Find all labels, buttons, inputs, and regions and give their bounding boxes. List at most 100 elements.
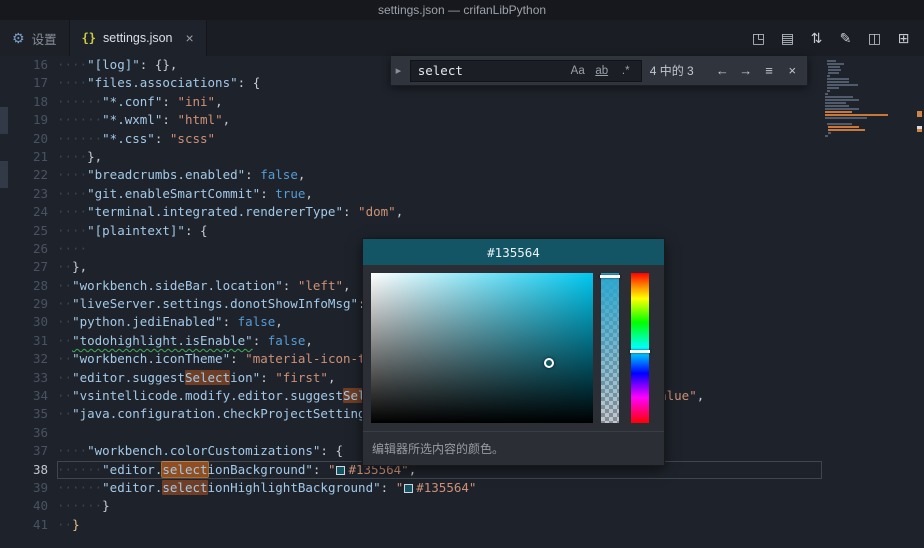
line-number: 34 [32, 388, 48, 404]
toggle-replace-chevron-icon[interactable]: ▸ [393, 64, 404, 77]
code-token: , [343, 277, 351, 293]
code-line[interactable]: 41 ··} [8, 516, 822, 534]
code-token: false [267, 332, 306, 348]
editor-layout-icon[interactable]: ⊞ [889, 20, 918, 56]
find-query-text[interactable]: select [418, 63, 565, 78]
saturation-box[interactable] [371, 273, 593, 423]
code-line[interactable]: 39 ······"editor.selectionHighlightBackgr… [8, 479, 822, 497]
opacity-indicator[interactable] [600, 275, 620, 278]
opacity-strip[interactable] [600, 273, 620, 423]
window-title: settings.json — crifanLibPython [377, 3, 547, 17]
code-line-text: ······"*.wxml": "html", [57, 111, 822, 129]
line-number: 31 [32, 332, 48, 348]
minimap[interactable] [822, 56, 924, 548]
code-token: : [312, 461, 328, 477]
minimap-line [828, 69, 841, 71]
line-number: 26 [32, 240, 48, 256]
code-line[interactable]: 22 ····"breadcrumbs.enabled": false, [8, 166, 822, 184]
find-input[interactable]: select Aa ab .* [409, 59, 642, 82]
code-token: "*.wxml" [102, 112, 163, 128]
minimap-line [826, 90, 830, 92]
color-swatch[interactable] [336, 465, 346, 475]
code-token: "*.conf" [102, 93, 163, 109]
next-match-button[interactable]: → [737, 63, 754, 78]
whitespace-dots: ······ [57, 93, 103, 109]
minimap-line [825, 114, 889, 116]
code-token: : [282, 277, 298, 293]
color-picker: #135564 编辑器所选内容的颜色。 [362, 238, 665, 466]
code-token: "files.associations" [87, 75, 238, 91]
minimap-line [825, 105, 850, 107]
whitespace-dots: ······ [57, 479, 103, 495]
code-line[interactable]: 23 ····"git.enableSmartCommit": true, [8, 185, 822, 203]
line-number: 40 [32, 498, 48, 514]
editor-actions: ◳ ▤ ⇅ ✎ ◫ ⊞ [744, 20, 924, 56]
whitespace-dots: ·· [57, 351, 73, 367]
code-token: : [320, 443, 336, 459]
code-token: , [305, 332, 313, 348]
code-line-text: ··} [57, 516, 822, 534]
code-line[interactable]: 40 ······} [8, 497, 822, 515]
code-line-text: ····"git.enableSmartCommit": true, [57, 185, 822, 203]
code-line-text: ····"breadcrumbs.enabled": false, [57, 166, 822, 184]
line-number: 21 [32, 148, 48, 164]
close-find-button[interactable]: × [784, 63, 801, 78]
code-token: "dom" [358, 204, 396, 220]
minimap-line [825, 96, 854, 98]
whitespace-dots: ·· [57, 332, 73, 348]
color-picker-handle[interactable] [543, 358, 554, 368]
code-line[interactable]: 19 ······"*.wxml": "html", [8, 111, 822, 129]
minimap-line [825, 102, 847, 104]
line-number: 18 [32, 93, 48, 109]
edit-settings-icon[interactable]: ✎ [831, 20, 860, 56]
code-token: , [327, 369, 336, 385]
open-changes-icon[interactable]: ◳ [744, 20, 773, 56]
synchronize-icon[interactable]: ⇅ [802, 20, 831, 56]
code-token: { [335, 443, 343, 459]
code-line[interactable]: 20 ······"*.css": "scss" [8, 130, 822, 148]
whitespace-dots: ·· [57, 388, 73, 404]
code-line[interactable]: 24 ····"terminal.integrated.rendererType"… [8, 203, 822, 221]
code-line[interactable]: 18 ······"*.conf": "ini", [8, 93, 822, 111]
minimap-line [826, 78, 849, 80]
close-tab-icon[interactable]: × [186, 30, 194, 46]
previous-match-button[interactable]: ← [714, 63, 731, 78]
whitespace-dots: ···· [57, 75, 88, 91]
hue-indicator[interactable] [630, 349, 650, 353]
minimap-line [828, 72, 840, 74]
whitespace-dots: ·· [57, 314, 73, 330]
color-swatch[interactable] [404, 483, 414, 493]
code-token: : [230, 351, 246, 367]
color-hex-value: #135564 [487, 244, 540, 260]
line-number: 30 [32, 314, 48, 330]
find-in-selection-button[interactable]: ≡ [760, 63, 777, 78]
code-token: true [275, 185, 306, 201]
line-number: 33 [32, 369, 48, 385]
code-token: , [222, 112, 231, 128]
code-token: "git.enableSmartCommit" [87, 185, 261, 201]
left-decoration-block [0, 107, 8, 134]
code-line[interactable]: 21 ····}, [8, 148, 822, 166]
open-preview-icon[interactable]: ▤ [773, 20, 802, 56]
code-token: {}, [154, 57, 178, 72]
overview-ruler-match-mark [917, 114, 922, 117]
code-token: "first" [275, 369, 328, 385]
hue-strip[interactable] [630, 273, 650, 423]
line-number: 38 [32, 461, 48, 477]
code-token: "todohighlight.isEnable" [72, 332, 253, 348]
whitespace-dots: ···· [57, 167, 88, 183]
tab-设置[interactable]: ⚙ 设置 [0, 20, 70, 56]
code-token: "[plaintext]" [87, 222, 185, 238]
whole-word-toggle[interactable]: ab [591, 65, 613, 77]
whitespace-dots: ·· [57, 296, 73, 312]
tab-label: settings.json [103, 31, 173, 45]
match-case-toggle[interactable]: Aa [567, 65, 589, 77]
tab-settings.json[interactable]: {} settings.json × [69, 20, 207, 56]
split-editor-icon[interactable]: ◫ [860, 20, 889, 56]
whitespace-dots: ·· [57, 406, 73, 422]
minimap-line [826, 84, 859, 86]
whitespace-dots: ·· [57, 369, 73, 385]
whitespace-dots: ···· [57, 240, 88, 256]
minimap-line [828, 132, 832, 134]
regex-toggle[interactable]: .* [615, 65, 637, 77]
